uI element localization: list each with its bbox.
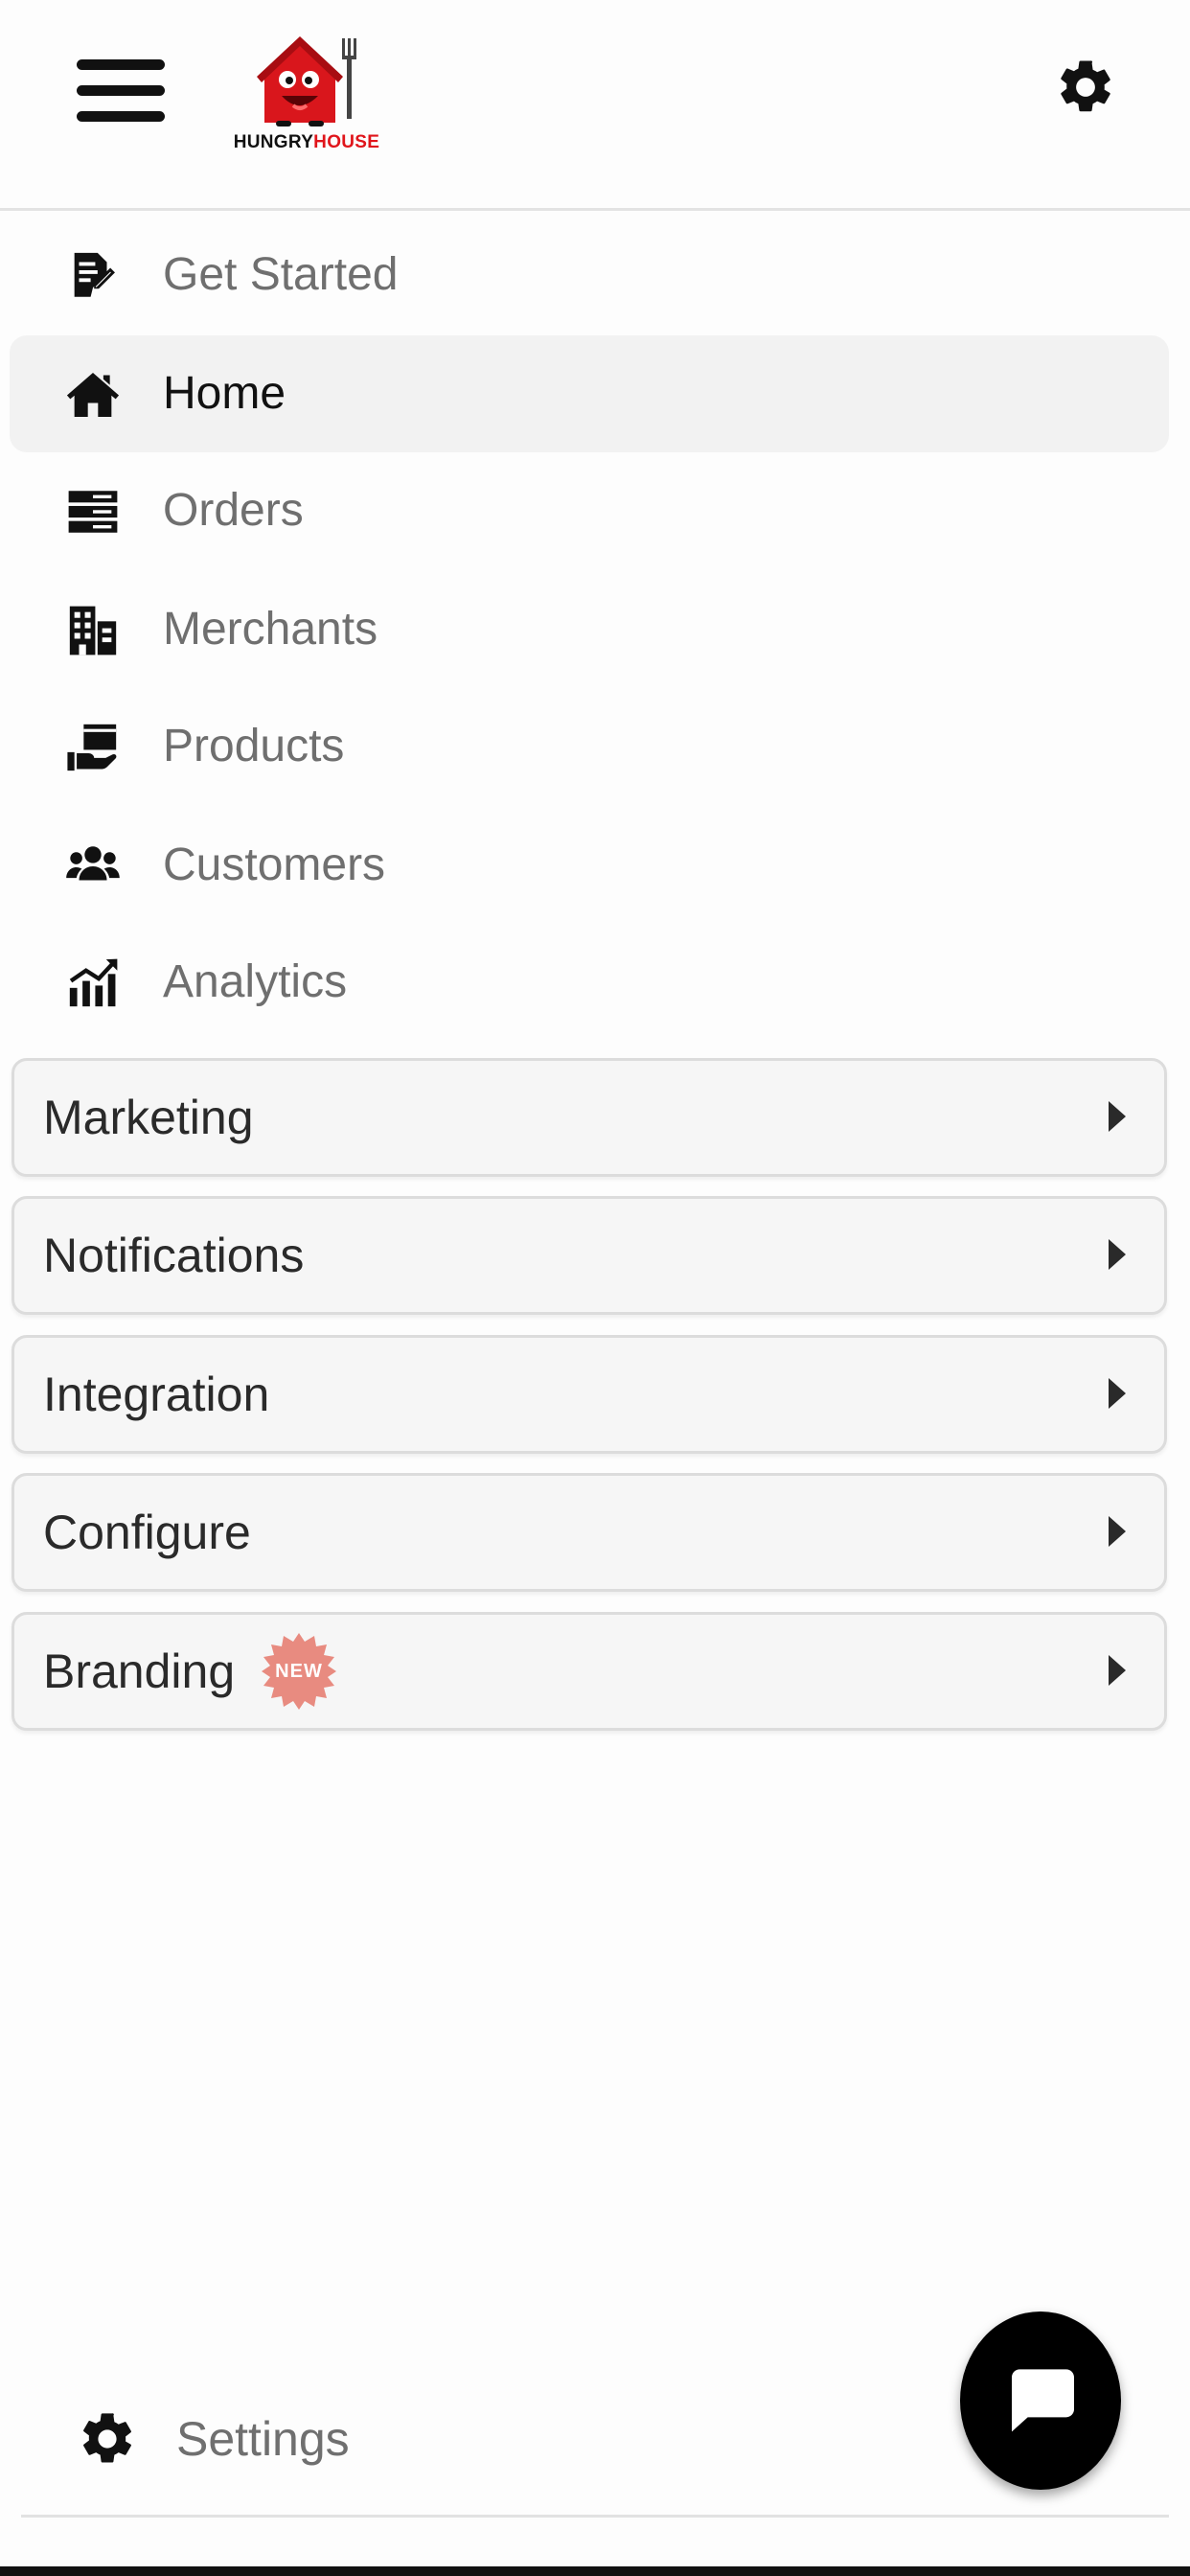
nav-label-products: Products — [163, 721, 345, 771]
brand-logo[interactable]: HUNGRYHOUSE — [230, 27, 383, 159]
nav-item-get-started[interactable]: Get Started — [10, 217, 1169, 334]
nav-item-merchants[interactable]: Merchants — [10, 571, 1169, 688]
nav-item-customers[interactable]: Customers — [10, 807, 1169, 924]
group-notifications[interactable]: Notifications — [11, 1196, 1167, 1315]
group-label-integration: Integration — [43, 1368, 270, 1421]
gear-icon[interactable] — [1054, 56, 1117, 119]
app-header: HUNGRYHOUSE — [0, 0, 1190, 211]
nav-label-customers: Customers — [163, 840, 386, 890]
nav-label-get-started: Get Started — [163, 249, 399, 300]
users-icon — [66, 846, 120, 881]
box-in-hand-icon — [67, 724, 117, 771]
new-badge: NEW — [260, 1632, 338, 1711]
chat-bubble-icon — [1012, 2369, 1074, 2432]
chat-button[interactable] — [960, 2312, 1121, 2490]
chart-bar-icon — [69, 958, 118, 1007]
group-label-marketing: Marketing — [43, 1091, 254, 1144]
nav-label-analytics: Analytics — [163, 956, 348, 1007]
caret-right-icon — [1109, 1101, 1126, 1132]
settings-link[interactable]: Settings — [77, 2396, 460, 2482]
logo-word-hungry: HUNGRY — [233, 132, 314, 152]
logo-wordmark: HUNGRYHOUSE — [230, 132, 383, 153]
group-label-configure: Configure — [43, 1506, 251, 1559]
nav-item-orders[interactable]: Orders — [10, 452, 1169, 569]
new-badge-label: NEW — [275, 1661, 323, 1682]
nav-label-merchants: Merchants — [163, 604, 378, 655]
nav-label-orders: Orders — [163, 485, 304, 536]
logo-word-house: HOUSE — [313, 132, 380, 152]
server-stack-icon — [68, 491, 118, 533]
group-integration[interactable]: Integration — [11, 1335, 1167, 1454]
edit-document-icon — [74, 252, 115, 297]
house-mascot-icon — [257, 36, 356, 126]
footer-divider — [21, 2515, 1169, 2518]
home-icon — [66, 373, 120, 417]
nav-item-products[interactable]: Products — [10, 688, 1169, 805]
group-label-notifications: Notifications — [43, 1229, 305, 1282]
nav-label-home: Home — [163, 368, 286, 419]
caret-right-icon — [1109, 1655, 1126, 1686]
settings-label: Settings — [176, 2412, 350, 2466]
caret-right-icon — [1109, 1239, 1126, 1270]
caret-right-icon — [1109, 1516, 1126, 1547]
group-label-branding: Branding — [43, 1644, 236, 1698]
group-marketing[interactable]: Marketing — [11, 1058, 1167, 1177]
bottom-edge-bar — [0, 2566, 1190, 2576]
building-icon — [69, 606, 117, 656]
group-configure[interactable]: Configure — [11, 1473, 1167, 1592]
hamburger-menu-icon[interactable] — [77, 58, 165, 125]
caret-right-icon — [1109, 1378, 1126, 1409]
group-branding[interactable]: Branding NEW — [11, 1612, 1167, 1731]
gear-icon — [83, 2413, 131, 2463]
nav-item-home[interactable]: Home — [10, 335, 1169, 452]
nav-item-analytics[interactable]: Analytics — [10, 924, 1169, 1041]
